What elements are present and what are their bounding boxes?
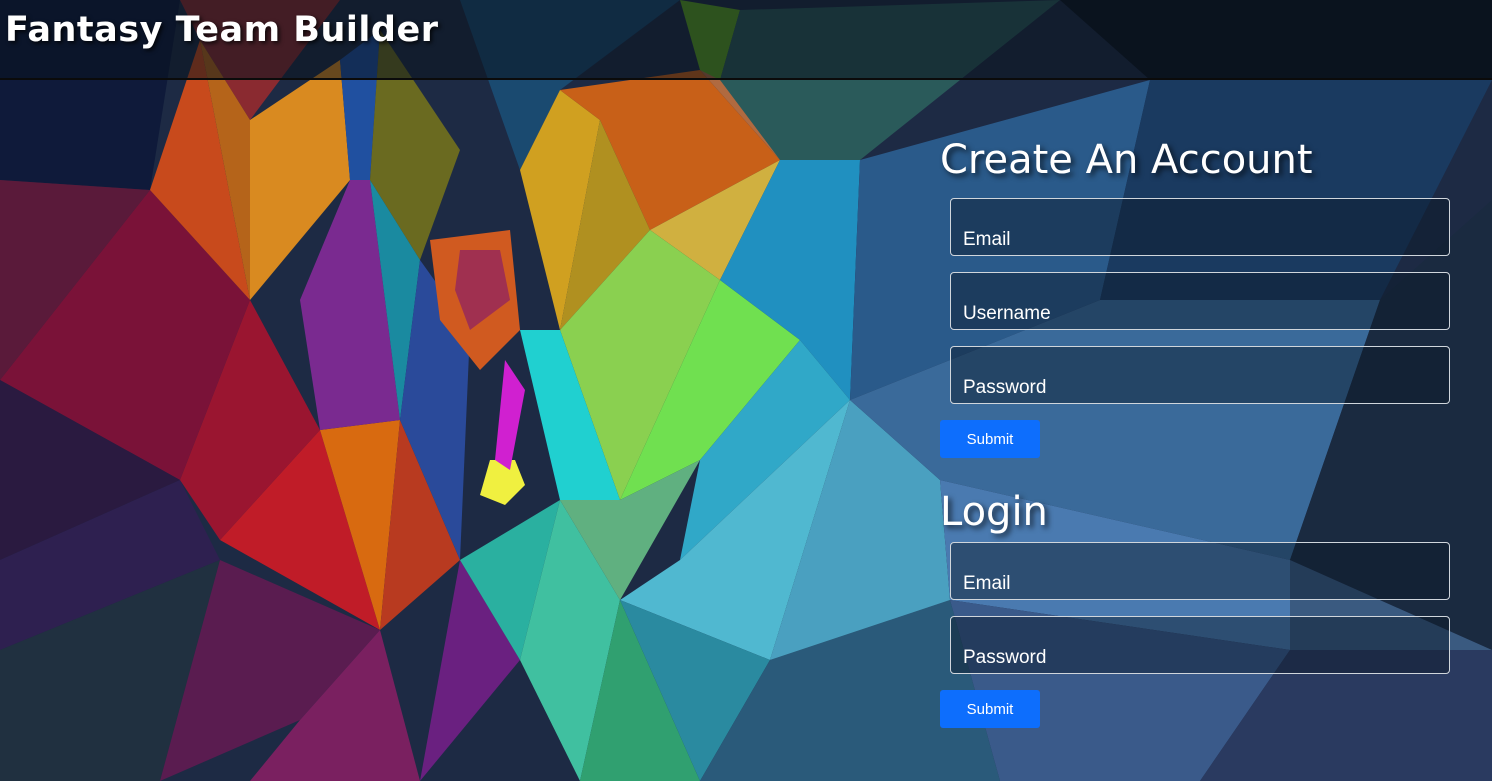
create-username-placeholder: Username bbox=[963, 303, 1051, 324]
create-password-input[interactable]: Password bbox=[950, 346, 1450, 404]
login-password-placeholder: Password bbox=[963, 647, 1047, 668]
create-email-input[interactable]: Email bbox=[950, 198, 1450, 256]
login-submit-button[interactable]: Submit bbox=[940, 690, 1040, 728]
top-navbar: Fantasy Team Builder bbox=[0, 0, 1492, 80]
login-form: Login Email Password Submit bbox=[940, 482, 1460, 728]
create-username-input[interactable]: Username bbox=[950, 272, 1450, 330]
login-email-input[interactable]: Email bbox=[950, 542, 1450, 600]
auth-forms: Create An Account Email Username Passwor… bbox=[940, 130, 1460, 728]
create-account-title: Create An Account bbox=[940, 137, 1313, 183]
create-account-submit-button[interactable]: Submit bbox=[940, 420, 1040, 458]
login-title: Login bbox=[940, 489, 1048, 535]
create-account-form: Create An Account Email Username Passwor… bbox=[940, 130, 1460, 458]
page: Fantasy Team Builder Create An Account E… bbox=[0, 0, 1492, 781]
create-password-placeholder: Password bbox=[963, 377, 1047, 398]
login-password-input[interactable]: Password bbox=[950, 616, 1450, 674]
create-email-placeholder: Email bbox=[963, 229, 1011, 250]
login-email-placeholder: Email bbox=[963, 573, 1011, 594]
app-title[interactable]: Fantasy Team Builder bbox=[5, 10, 438, 50]
